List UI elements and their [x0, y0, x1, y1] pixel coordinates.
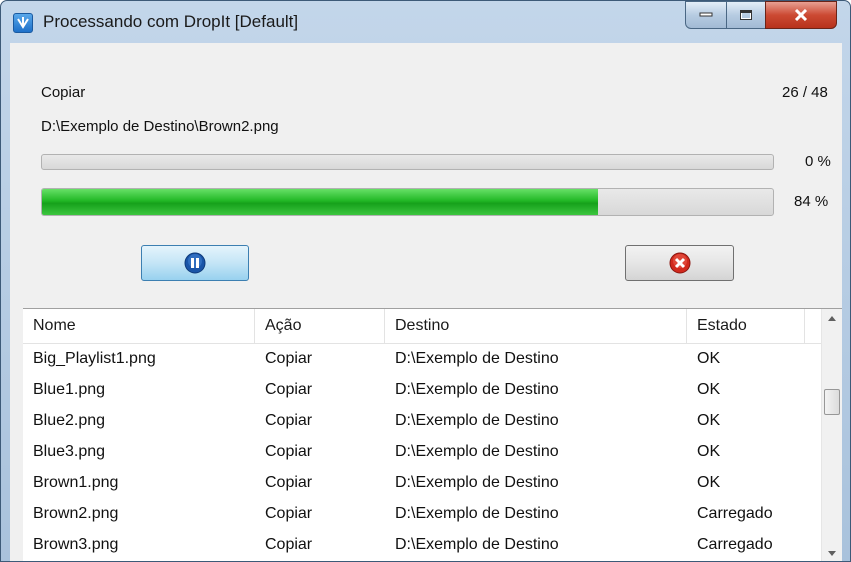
close-icon: [794, 9, 808, 21]
cell-destino: D:\Exemplo de Destino: [395, 412, 559, 429]
file-progress-bar: [41, 154, 774, 170]
table-row[interactable]: Big_Playlist1.png Copiar D:\Exemplo de D…: [23, 343, 821, 374]
column-header-acao[interactable]: Ação: [255, 309, 385, 343]
table-row[interactable]: Blue2.png Copiar D:\Exemplo de Destino O…: [23, 405, 821, 436]
close-button[interactable]: [765, 1, 837, 29]
stop-icon: [669, 252, 690, 274]
title-bar[interactable]: Processando com DropIt [Default]: [1, 1, 850, 43]
table-row[interactable]: Blue3.png Copiar D:\Exemplo de Destino O…: [23, 436, 821, 467]
cell-estado: OK: [697, 443, 721, 460]
pause-icon: [184, 252, 206, 274]
cell-acao: Copiar: [265, 350, 313, 367]
table-row[interactable]: Brown2.png Copiar D:\Exemplo de Destino …: [23, 498, 821, 529]
cell-nome: Big_Playlist1.png: [33, 350, 156, 367]
cell-acao: Copiar: [265, 412, 313, 429]
cell-destino: D:\Exemplo de Destino: [395, 505, 559, 522]
cell-nome: Brown3.png: [33, 536, 119, 553]
cell-estado: OK: [697, 412, 721, 429]
dropit-window: Processando com DropIt [Default] Copiar …: [0, 0, 851, 562]
dropit-app-icon[interactable]: [13, 13, 33, 33]
cell-acao: Copiar: [265, 505, 313, 522]
column-header-destino[interactable]: Destino: [385, 309, 687, 343]
current-path: D:\Exemplo de Destino\Brown2.png: [41, 118, 279, 135]
cell-estado: OK: [697, 381, 721, 398]
scroll-down-button[interactable]: [822, 544, 842, 561]
total-progress-text: 84 %: [794, 193, 829, 210]
cell-estado: Carregado: [697, 505, 773, 522]
stop-button[interactable]: [625, 245, 734, 281]
triangle-up-icon: [828, 316, 836, 321]
file-count: 26 / 48: [782, 84, 828, 101]
scroll-up-button[interactable]: [822, 309, 842, 329]
cell-destino: D:\Exemplo de Destino: [395, 474, 559, 491]
minimize-button[interactable]: [685, 1, 727, 29]
table-row[interactable]: Blue1.png Copiar D:\Exemplo de Destino O…: [23, 374, 821, 405]
cell-acao: Copiar: [265, 474, 313, 491]
cell-nome: Brown2.png: [33, 505, 119, 522]
cell-destino: D:\Exemplo de Destino: [395, 443, 559, 460]
triangle-down-icon: [828, 551, 836, 556]
window-title: Processando com DropIt [Default]: [43, 12, 299, 31]
file-list: Nome Ação Destino Estado Big_Playlist1.p…: [23, 308, 842, 561]
minimize-icon: [699, 12, 713, 17]
column-header-nome[interactable]: Nome: [23, 309, 255, 343]
maximize-icon: [740, 10, 752, 20]
action-label: Copiar: [41, 84, 86, 101]
client-area: Copiar 26 / 48 D:\Exemplo de Destino\Bro…: [10, 43, 842, 561]
scroll-thumb[interactable]: [824, 389, 840, 415]
cell-acao: Copiar: [265, 443, 313, 460]
vertical-scrollbar[interactable]: [821, 309, 842, 561]
file-progress-text: 0 %: [805, 153, 831, 170]
total-progress-fill: [42, 189, 598, 215]
cell-estado: OK: [697, 474, 721, 491]
cell-acao: Copiar: [265, 381, 313, 398]
cell-estado: OK: [697, 350, 721, 367]
table-row[interactable]: Brown3.png Copiar D:\Exemplo de Destino …: [23, 529, 821, 560]
cell-nome: Blue3.png: [33, 443, 106, 460]
column-header-estado[interactable]: Estado: [687, 309, 805, 343]
cell-nome: Blue1.png: [33, 381, 106, 398]
table-row[interactable]: Brown1.png Copiar D:\Exemplo de Destino …: [23, 467, 821, 498]
total-progress-bar: [41, 188, 774, 216]
cell-destino: D:\Exemplo de Destino: [395, 350, 559, 367]
cell-nome: Brown1.png: [33, 474, 119, 491]
pause-button[interactable]: [141, 245, 249, 281]
cell-destino: D:\Exemplo de Destino: [395, 381, 559, 398]
cell-destino: D:\Exemplo de Destino: [395, 536, 559, 553]
table-header: Nome Ação Destino Estado: [23, 309, 821, 344]
cell-nome: Blue2.png: [33, 412, 106, 429]
cell-acao: Copiar: [265, 536, 313, 553]
cell-estado: Carregado: [697, 536, 773, 553]
maximize-button[interactable]: [726, 1, 766, 29]
